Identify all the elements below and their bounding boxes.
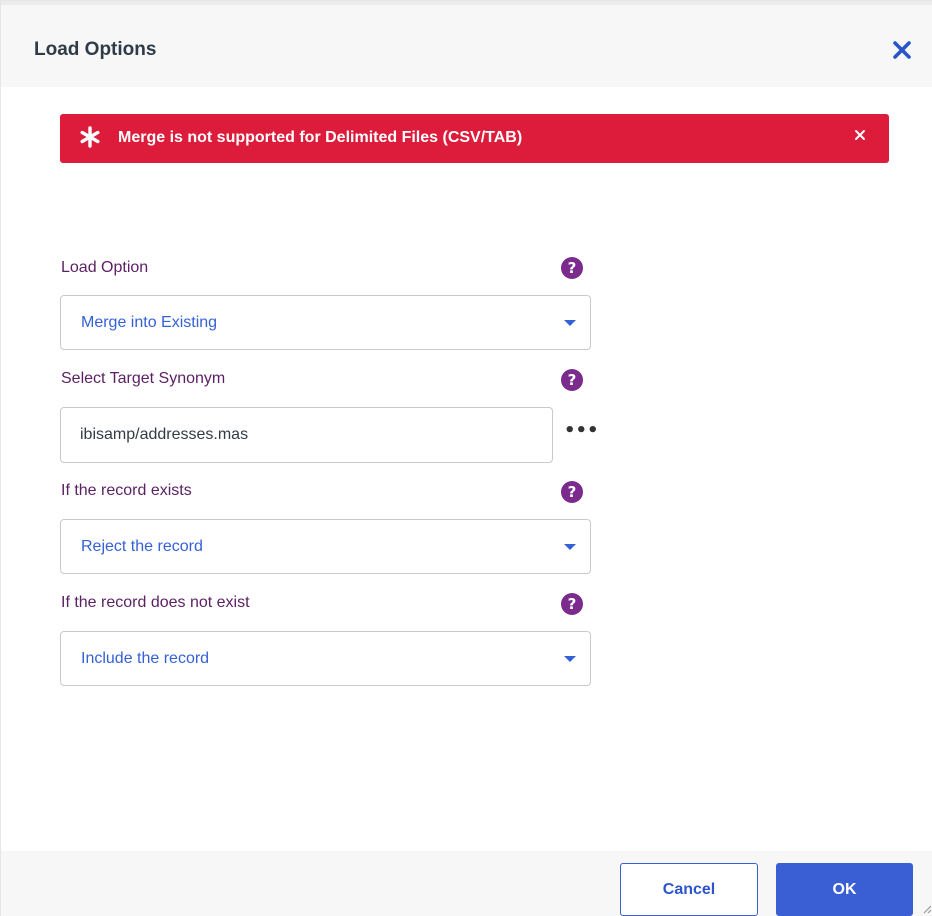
caret-down-icon (564, 656, 576, 662)
alert-message: Merge is not supported for Delimited Fil… (118, 129, 523, 146)
question-circle-icon[interactable]: ? (561, 593, 583, 615)
load-option-value: Merge into Existing (81, 314, 218, 331)
question-circle-icon[interactable]: ? (561, 369, 583, 391)
target-synonym-input[interactable] (60, 407, 553, 463)
resize-grip-icon[interactable] (922, 904, 932, 914)
alert-close-icon[interactable] (852, 127, 868, 143)
cancel-button[interactable]: Cancel (620, 863, 758, 916)
question-circle-icon[interactable]: ? (561, 481, 583, 503)
caret-down-icon (564, 320, 576, 326)
record-not-exists-label: If the record does not exist (61, 594, 250, 611)
load-option-select[interactable]: Merge into Existing (60, 295, 591, 350)
record-not-exists-value: Include the record (81, 650, 210, 667)
target-synonym-label: Select Target Synonym (61, 370, 226, 387)
record-exists-select[interactable]: Reject the record (60, 519, 591, 574)
record-exists-label: If the record exists (61, 482, 192, 499)
record-exists-value: Reject the record (81, 538, 203, 555)
close-icon[interactable] (890, 38, 914, 62)
dialog-title: Load Options (34, 39, 157, 60)
ok-button[interactable]: OK (776, 863, 913, 916)
error-alert: Merge is not supported for Delimited Fil… (60, 114, 889, 163)
browse-ellipsis-button[interactable]: ••• (564, 421, 599, 445)
dialog-header: Load Options (1, 1, 932, 87)
question-circle-icon[interactable]: ? (561, 257, 583, 279)
record-not-exists-select[interactable]: Include the record (60, 631, 591, 686)
load-options-dialog: Load Options Merge is not supported for … (0, 0, 932, 916)
load-option-label: Load Option (61, 259, 149, 276)
asterisk-icon (80, 126, 100, 148)
caret-down-icon (564, 544, 576, 550)
